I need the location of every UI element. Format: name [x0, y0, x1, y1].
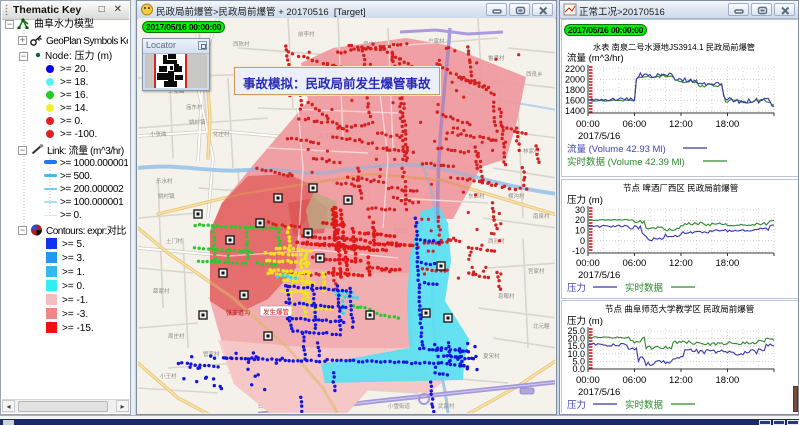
svg-text:12:00: 12:00	[669, 375, 693, 386]
svg-text:节点 啤酒厂西区 民政局前爆管: 节点 啤酒厂西区 民政局前爆管	[623, 183, 738, 193]
svg-text:息陬村: 息陬村	[498, 292, 515, 300]
svg-text:2017/5/16: 2017/5/16	[578, 131, 620, 142]
svg-text:流量 (Volume 42.93 Ml): 流量 (Volume 42.93 Ml)	[567, 143, 666, 155]
svg-text:2017/5/16: 2017/5/16	[578, 270, 620, 281]
svg-text:18:00: 18:00	[716, 119, 740, 130]
svg-text:夏宋村: 夏宋村	[483, 352, 500, 360]
svg-text:06:00: 06:00	[623, 258, 647, 269]
svg-text:12:00: 12:00	[669, 258, 693, 269]
svg-text:小王村: 小王村	[160, 372, 177, 380]
svg-text:节点 曲阜师范大学教学区 民政局前爆管: 节点 曲阜师范大学教学区 民政局前爆管	[605, 304, 754, 314]
svg-text:宫家村: 宫家村	[528, 267, 545, 275]
svg-text:西孔村: 西孔村	[488, 237, 505, 245]
svg-text:姚村镇: 姚村镇	[158, 192, 175, 200]
svg-text:00:00: 00:00	[576, 258, 600, 269]
svg-text:乐水村: 乐水村	[156, 177, 173, 185]
svg-text:实时数据: 实时数据	[625, 399, 664, 411]
svg-text:2200: 2200	[565, 64, 585, 74]
svg-text:南泉村: 南泉村	[533, 212, 550, 220]
svg-text:1800: 1800	[565, 85, 585, 95]
svg-text:化庄村: 化庄村	[213, 130, 230, 138]
svg-text:西陈村: 西陈村	[233, 40, 250, 48]
svg-text:张王道沟: 张王道沟	[226, 309, 250, 317]
svg-text:前李村: 前李村	[298, 30, 315, 38]
svg-text:小张曲: 小张曲	[150, 130, 167, 138]
svg-text:庙东村: 庙东村	[186, 103, 203, 111]
svg-text:北元疃: 北元疃	[533, 322, 550, 330]
svg-text:10: 10	[575, 226, 585, 236]
svg-text:西良乡: 西良乡	[526, 70, 543, 78]
svg-text:12:00: 12:00	[669, 119, 693, 130]
svg-text:-10: -10	[572, 246, 585, 256]
svg-text:实时数据: 实时数据	[625, 282, 664, 294]
svg-text:18:00: 18:00	[716, 375, 740, 386]
svg-text:30: 30	[575, 205, 585, 215]
svg-text:06:00: 06:00	[623, 375, 647, 386]
svg-text:姚村镇: 姚村镇	[189, 118, 206, 126]
svg-text:0.0: 0.0	[572, 364, 585, 374]
svg-text:实时数据 (Volume 42.39 Ml): 实时数据 (Volume 42.39 Ml)	[567, 156, 685, 168]
svg-text:18:00: 18:00	[716, 258, 740, 269]
svg-text:压力: 压力	[567, 282, 586, 294]
svg-text:20: 20	[575, 215, 585, 225]
svg-text:00:00: 00:00	[576, 375, 600, 386]
svg-text:周庄村: 周庄村	[168, 332, 185, 340]
svg-text:发生爆管: 发生爆管	[263, 307, 290, 316]
svg-text:水表 南泉二号水源地JS3914.1 民政局前爆管: 水表 南泉二号水源地JS3914.1 民政局前爆管	[593, 42, 755, 52]
svg-text:1600: 1600	[565, 96, 585, 106]
svg-text:小雪街道: 小雪街道	[388, 402, 411, 410]
svg-text:2017/5/16: 2017/5/16	[578, 387, 620, 398]
svg-text:2000: 2000	[565, 75, 585, 85]
svg-text:武家村: 武家村	[438, 402, 455, 410]
svg-text:流量 (m^3/hr): 流量 (m^3/hr)	[567, 52, 624, 64]
svg-text:1400: 1400	[565, 106, 585, 116]
svg-text:土门村: 土门村	[166, 237, 183, 245]
svg-text:横沟村: 横沟村	[508, 192, 525, 200]
svg-text:压力: 压力	[567, 399, 586, 411]
svg-text:06:00: 06:00	[623, 119, 647, 130]
svg-text:薛家村: 薛家村	[153, 287, 170, 295]
svg-text:00:00: 00:00	[576, 119, 600, 130]
svg-text:0: 0	[580, 236, 585, 246]
